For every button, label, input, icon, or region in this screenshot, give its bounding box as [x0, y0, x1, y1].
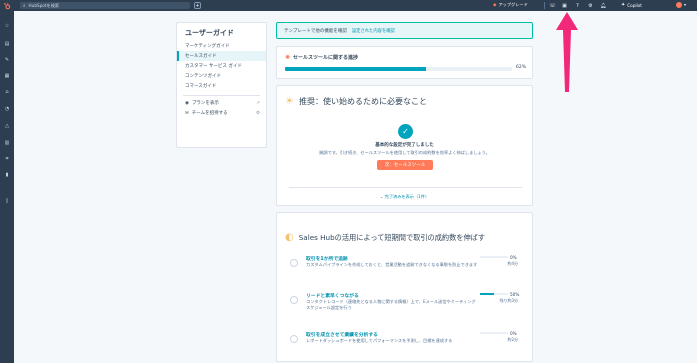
progress-title-text: セールスツールに関する進捗 [293, 55, 359, 61]
task-time: 約2分 [507, 337, 518, 342]
notifications-icon[interactable]: 🔔︎ [600, 2, 607, 9]
recommended-title-text: 推奨：使い始めるために必要なこと [298, 97, 427, 106]
search-input[interactable]: ⌕ HubSpotを検索 [20, 2, 190, 9]
plus-icon: + [195, 2, 200, 9]
commerce-icon[interactable]: ▮ [4, 172, 10, 178]
banner-text: テンプレートで他の機能を確認 [284, 28, 347, 34]
task-title[interactable]: 取引を成立させて業績を分析する [306, 331, 378, 338]
task-time: 残り約3分 [499, 298, 518, 303]
progress-title: ✺ セールスツールに関する進捗 [285, 54, 358, 61]
user-guide-panel: ユーザーガイド マーケティングガイド セールスガイド カスタマー サービス ガイ… [176, 22, 267, 148]
sales-progress-card: ✺ セールスツールに関する進捗 62% [276, 46, 533, 79]
topbar-divider [544, 2, 545, 9]
task-percent: 50% [510, 292, 520, 297]
template-banner: テンプレートで他の機能を確認 設定された内容を確認 [276, 22, 533, 39]
invite-icon: ✉ [185, 110, 189, 116]
task-status-circle [290, 296, 298, 304]
service-icon[interactable]: ◔ [4, 106, 10, 112]
rocket-icon: ✺ [285, 54, 291, 61]
left-nav-rail: ☆ ▤ ✎ ▦ ⌂ ◔ △ ▥ ⌗ ▮ ▯ [0, 11, 14, 363]
task-progress-fill [480, 293, 494, 295]
sales-hub-title: ◐ Sales Hubの活用によって短期間で取引の成約数を伸ばす [285, 232, 485, 243]
avatar[interactable] [676, 2, 682, 8]
data-icon[interactable]: ⌗ [4, 156, 10, 162]
reporting-icon[interactable]: ▥ [4, 140, 10, 146]
sales-hub-card: ◐ Sales Hubの活用によって短期間で取引の成約数を伸ばす 取引を1か所で… [276, 212, 533, 362]
guide-item-marketing[interactable]: マーケティングガイド [177, 41, 266, 51]
show-completed-label: 完了済みを表示（1件） [384, 194, 430, 199]
sales-hub-title-text: Sales Hubの活用によって短期間で取引の成約数を伸ばす [298, 232, 486, 242]
card-divider [289, 187, 522, 188]
task-description: コンタクトレコード（連絡先となる人物に関する情報）上で、Eメール送信やミーティン… [306, 299, 476, 310]
contacts-icon[interactable]: ▤ [4, 41, 10, 47]
marketing-icon[interactable]: ✎ [4, 57, 10, 63]
show-completed-toggle[interactable]: ⌄ 完了済みを表示（1件） [277, 194, 532, 200]
create-button[interactable]: + [194, 2, 201, 9]
task-progress-bar [480, 332, 508, 334]
settings-icon[interactable]: ⚙ [587, 2, 594, 9]
task-description: カスタムパイプラインを作成しておくと、営業活動を追跡できなくなる事態を防止できま… [306, 262, 478, 267]
invite-team-label: チームを招待する [191, 111, 228, 116]
task-percent: 0% [510, 255, 517, 260]
search-placeholder: HubSpotを検索 [28, 2, 60, 8]
upgrade-button[interactable]: ◆ アップグレード [493, 2, 528, 8]
copilot-icon: ✦ [621, 2, 626, 8]
guide-item-sales[interactable]: セールスガイド [177, 51, 266, 61]
check-icon: ✓ [398, 124, 413, 139]
progress-percent: 62% [516, 65, 527, 70]
task-progress-bar [480, 293, 508, 295]
progress-bar-fill [285, 67, 426, 71]
task-status-circle [290, 259, 298, 267]
phone-icon[interactable]: ☏ [549, 2, 556, 9]
setup-complete-title: 基本的な設定が完了しました [375, 143, 434, 148]
setup-complete-desc: 順調です。引き続き、セールスツールを使用して取引の成約数を効率よく伸ばしましょう… [319, 150, 490, 155]
next-sales-tools-button[interactable]: 次：セールスツール [377, 160, 433, 170]
lightbulb-icon: ☀ [285, 96, 294, 107]
task-title[interactable]: リードと素早くつながる [306, 292, 359, 299]
task-percent: 0% [510, 331, 517, 336]
guide-divider [183, 95, 260, 96]
task-progress-bar [480, 256, 508, 258]
guide-title: ユーザーガイド [185, 29, 234, 37]
task-time: 約4分 [507, 261, 518, 266]
annotation-arrow-icon [556, 12, 578, 92]
marketplace-icon[interactable]: ▣ [561, 2, 568, 9]
copilot-label: Copilot [627, 2, 642, 8]
upgrade-label: アップグレード [498, 2, 528, 7]
search-icon: ⌕ [23, 3, 26, 9]
guide-item-commerce[interactable]: コマースガイド [177, 81, 266, 91]
recommended-card: ☀ 推奨：使い始めるために必要なこと ✓ 基本的な設定が完了しました 順調です。… [276, 85, 533, 206]
sales-icon[interactable]: ⌂ [4, 89, 10, 95]
task-item[interactable]: 取引を1か所で追跡 カスタムパイプラインを作成しておくと、営業活動を追跡できなく… [290, 255, 520, 279]
content-icon[interactable]: ▦ [4, 73, 10, 79]
copilot-button[interactable]: ✦ Copilot [621, 2, 642, 8]
hubspot-logo-icon[interactable] [0, 0, 14, 11]
guide-item-content[interactable]: コンテンツガイド [177, 71, 266, 81]
upgrade-icon: ◆ [493, 2, 497, 8]
task-item[interactable]: 取引を成立させて業績を分析する レポートダッシュボードを使用してパフォーマンスを… [290, 331, 520, 355]
task-status-circle [290, 335, 298, 343]
chevron-down-icon[interactable]: ▾ [684, 2, 686, 7]
progress-bar [285, 67, 512, 71]
automation-icon[interactable]: △ [4, 123, 10, 129]
task-title[interactable]: 取引を1か所で追跡 [306, 255, 348, 262]
view-plans-link[interactable]: ◉ プランを表示 ↗ [177, 98, 266, 108]
help-icon[interactable]: ? [574, 2, 581, 9]
settings-icon: ⚙ [255, 110, 260, 116]
external-link-icon: ↗ [256, 100, 260, 106]
plan-icon: ◉ [185, 100, 189, 106]
task-item[interactable]: リードと素早くつながる コンタクトレコード（連絡先となる人物に関する情報）上で、… [290, 292, 520, 316]
task-description: レポートダッシュボードを使用してパフォーマンスを予測し、目標を達成する [306, 338, 453, 343]
recommended-title: ☀ 推奨：使い始めるために必要なこと [285, 96, 427, 107]
bookmark-icon[interactable]: ☆ [4, 23, 10, 29]
guide-item-service[interactable]: カスタマー サービス ガイド [177, 61, 266, 71]
banner-link[interactable]: 設定された内容を確認 [352, 28, 395, 34]
sales-illustration-icon: ◐ [285, 232, 294, 243]
invite-team-link[interactable]: ✉ チームを招待する ⚙ [177, 108, 266, 118]
library-icon[interactable]: ▯ [4, 198, 10, 204]
view-plans-label: プランを表示 [191, 101, 219, 106]
